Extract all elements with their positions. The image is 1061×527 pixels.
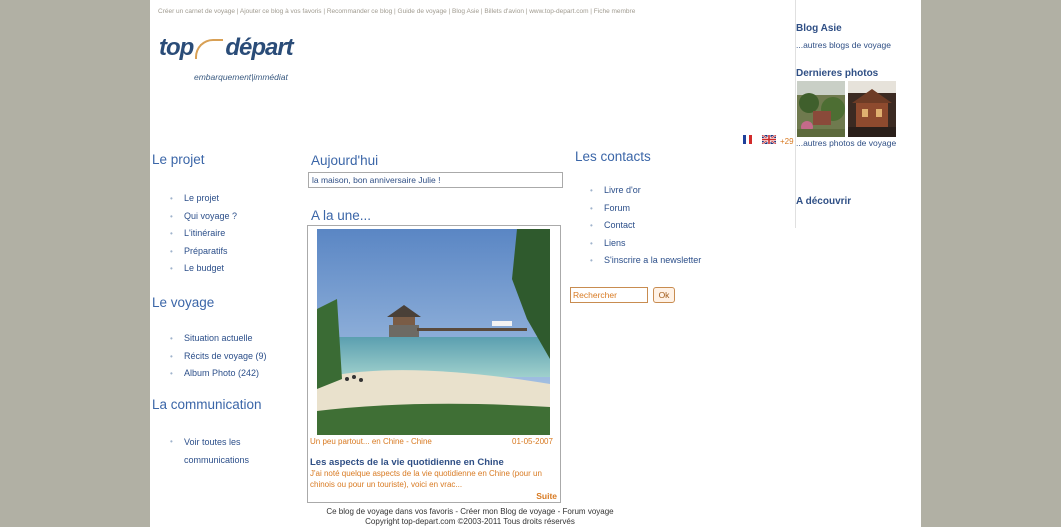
featured-photo[interactable] [317, 229, 550, 435]
communications-line1: Voir toutes les [184, 437, 241, 447]
projet-menu: Le projet Qui voyage ? L'itinéraire Prép… [170, 190, 237, 278]
menu-item-situation[interactable]: Situation actuelle [170, 330, 267, 348]
news-title: A la une... [311, 208, 372, 223]
other-photos-link[interactable]: ...autres photos de voyage [796, 138, 896, 148]
page-content: Créer un carnet de voyage | Ajouter ce b… [150, 0, 921, 527]
contact-item-contact[interactable]: Contact [590, 217, 701, 235]
communication-menu: Voir toutes les communications [170, 433, 249, 469]
section-title-communication: La communication [152, 397, 262, 412]
latest-photo-1[interactable] [797, 81, 845, 137]
section-title-voyage: Le voyage [152, 295, 215, 310]
menu-item-itineraire[interactable]: L'itinéraire [170, 225, 237, 243]
contacts-title: Les contacts [575, 149, 651, 164]
contact-item-liens[interactable]: Liens [590, 235, 701, 253]
voyage-menu: Situation actuelle Récits de voyage (9) … [170, 330, 267, 383]
search-ok-button[interactable]: Ok [653, 287, 675, 303]
contacts-menu: Livre d'or Forum Contact Liens S'inscrir… [590, 182, 701, 270]
photo-caption[interactable]: Un peu partout... en Chine - Chine [310, 437, 432, 446]
contact-item-livre-or[interactable]: Livre d'or [590, 182, 701, 200]
communications-line2: communications [184, 455, 250, 465]
today-title: Aujourd'hui [311, 153, 379, 168]
contact-item-forum[interactable]: Forum [590, 200, 701, 218]
photo-date: 01-05-2007 [512, 437, 553, 446]
contact-item-newsletter[interactable]: S'inscrire a la newsletter [590, 252, 701, 270]
footer-copyright: Copyright top-depart.com ©2003-2011 Tous… [365, 517, 575, 526]
blog-asie-title[interactable]: Blog Asie [796, 23, 842, 34]
menu-item-projet[interactable]: Le projet [170, 190, 237, 208]
language-flags [743, 135, 777, 144]
flag-uk-icon [761, 135, 777, 144]
right-column-divider [795, 0, 796, 228]
article-excerpt: J'ai noté quelque aspects de la vie quot… [310, 469, 542, 489]
menu-item-recits[interactable]: Récits de voyage (9) [170, 348, 267, 366]
menu-item-qui-voyage[interactable]: Qui voyage ? [170, 208, 237, 226]
menu-item-budget[interactable]: Le budget [170, 260, 237, 278]
section-title-projet: Le projet [152, 152, 205, 167]
news-box: Un peu partout... en Chine - Chine 01-05… [307, 225, 561, 503]
menu-item-communications[interactable]: Voir toutes les communications [170, 433, 249, 469]
discover-title: A découvrir [796, 196, 852, 207]
logo-arc-icon [195, 38, 224, 59]
top-links-bar[interactable]: Créer un carnet de voyage | Ajouter ce b… [158, 8, 635, 15]
today-message: la maison, bon anniversaire Julie ! [308, 172, 563, 188]
menu-item-album[interactable]: Album Photo (242) [170, 365, 267, 383]
menu-item-preparatifs[interactable]: Préparatifs [170, 243, 237, 261]
more-link[interactable]: Suite [536, 491, 557, 501]
search-input[interactable]: Rechercher [570, 287, 648, 303]
logo-word-depart: départ [225, 34, 293, 61]
logo-word-top: top [159, 34, 194, 61]
other-blogs-link[interactable]: ...autres blogs de voyage [796, 40, 891, 50]
flag-fr-icon [743, 135, 752, 144]
logo-tagline: embarquement|immédiat [194, 72, 288, 82]
footer-links[interactable]: Ce blog de voyage dans vos favoris - Cré… [308, 507, 632, 516]
latest-photos-title: Dernieres photos [796, 68, 879, 79]
more-languages-count[interactable]: +29 [780, 137, 794, 146]
latest-photo-2[interactable] [848, 81, 896, 137]
article-title[interactable]: Les aspects de la vie quotidienne en Chi… [310, 457, 504, 468]
site-logo[interactable]: top départ [159, 34, 294, 62]
